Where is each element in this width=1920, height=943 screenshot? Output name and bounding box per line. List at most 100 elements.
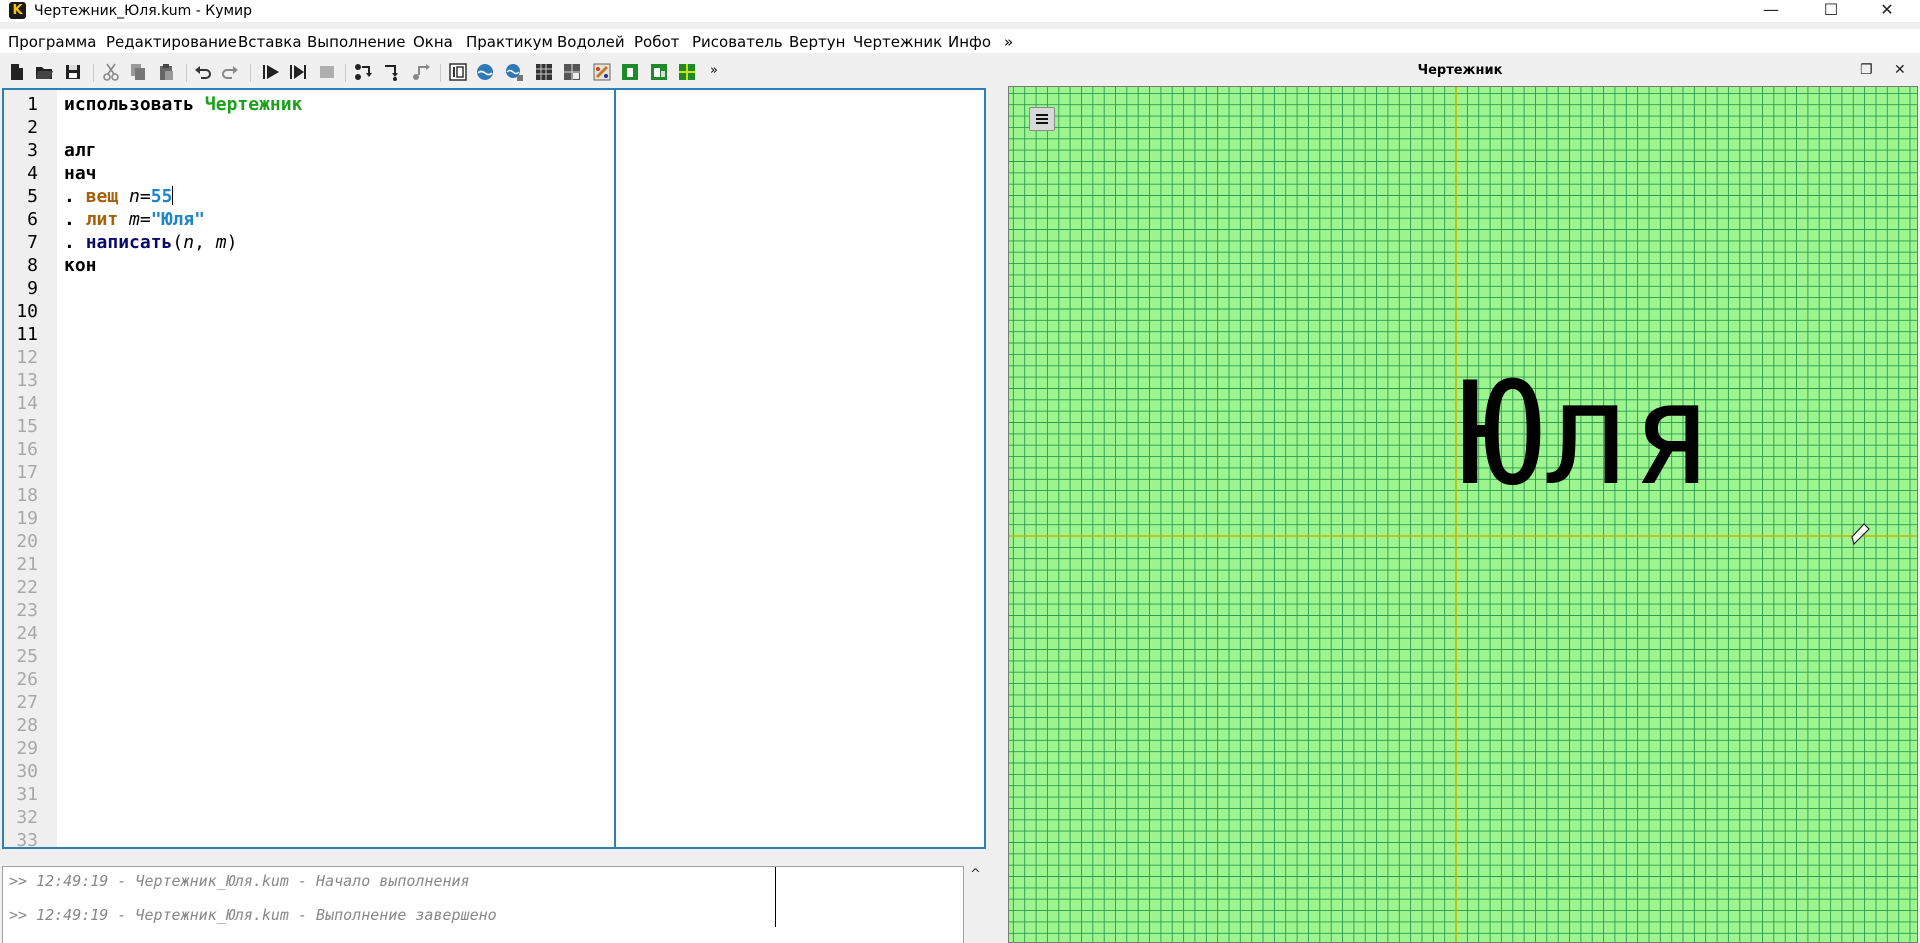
console-divider — [775, 867, 776, 927]
output-console[interactable]: >> 12:49:19 - Чертежник_Юля.kum - Начало… — [2, 866, 964, 943]
drawn-text: Юля — [1459, 352, 1715, 517]
var-m: m — [129, 209, 140, 230]
equals-sign: = — [139, 209, 151, 230]
line-number: 20 — [16, 531, 38, 552]
code-line-5[interactable]: . вещ n=55 — [64, 186, 174, 207]
type-string: лит — [85, 209, 119, 230]
menu-program[interactable]: Программа — [8, 33, 96, 51]
kumir-app-icon: K — [9, 2, 26, 19]
line-number: 15 — [16, 416, 38, 437]
arg-n: n — [183, 232, 195, 253]
line-number: 9 — [27, 278, 38, 299]
line-number: 23 — [16, 600, 38, 621]
grid-icon[interactable] — [534, 62, 554, 82]
redo-icon[interactable] — [220, 62, 240, 82]
save-icon[interactable] — [63, 62, 83, 82]
menu-chertezhnik[interactable]: Чертежник — [853, 33, 942, 51]
draw1-icon[interactable] — [620, 62, 640, 82]
console-line: >> 12:49:19 - Чертежник_Юля.kum - Начало… — [9, 872, 470, 890]
line-number: 19 — [16, 508, 38, 529]
line-number: 31 — [16, 784, 38, 805]
keyword-end: кон — [64, 255, 97, 276]
line-number: 6 — [27, 209, 38, 230]
menu-overflow[interactable]: » — [1004, 33, 1013, 51]
editor-margin-divider[interactable] — [614, 90, 616, 847]
line-number: 29 — [16, 738, 38, 759]
stop-icon[interactable] — [317, 62, 337, 82]
code-editor[interactable]: 1 2 3 4 5 6 7 8 9 10 11 12 13 14 15 16 17 18 19 20 21 22 23 24 2… — [2, 88, 986, 851]
run-icon[interactable] — [261, 62, 281, 82]
keyword-alg: алг — [64, 140, 97, 161]
code-line-7[interactable]: . написать(n, m) — [64, 232, 237, 253]
run-step-icon[interactable] — [288, 62, 308, 82]
menu-info[interactable]: Инфо — [948, 33, 991, 51]
toolbar-overflow[interactable]: » — [710, 63, 718, 78]
drawing-canvas[interactable]: Юля — [1008, 86, 1918, 943]
menu-practicum[interactable]: Практикум — [466, 33, 553, 51]
close-button[interactable]: ✕ — [1864, 0, 1910, 22]
float-panel-icon[interactable]: ❐ — [1860, 62, 1873, 78]
maximize-button[interactable]: ☐ — [1808, 0, 1854, 22]
open-folder-icon[interactable] — [34, 62, 54, 82]
hamburger-icon — [1036, 114, 1048, 124]
code-line-3[interactable]: алг — [64, 140, 97, 161]
scroll-up-arrow[interactable]: ^ — [970, 867, 981, 882]
line-number: 17 — [16, 462, 38, 483]
minimize-button[interactable]: — — [1748, 0, 1794, 22]
comma: , — [194, 232, 216, 253]
line-number: 7 — [27, 232, 38, 253]
step-out-icon[interactable] — [410, 62, 430, 82]
cut-icon[interactable] — [101, 62, 121, 82]
code-line-4[interactable]: нач — [64, 163, 97, 184]
menu-risovatel[interactable]: Рисователь — [692, 33, 783, 51]
menu-edit[interactable]: Редактирование — [106, 33, 237, 51]
new-file-icon[interactable] — [7, 62, 27, 82]
water-icon[interactable] — [475, 62, 495, 82]
menu-insert[interactable]: Вставка — [238, 33, 302, 51]
toolbar-separator — [93, 64, 94, 82]
robot-icon[interactable] — [562, 62, 582, 82]
undo-icon[interactable] — [193, 62, 213, 82]
line-number: 33 — [16, 830, 38, 851]
draw3-icon[interactable] — [677, 62, 697, 82]
window-title: Чертежник_Юля.kum - Кумир — [34, 3, 253, 19]
equals-sign: = — [139, 186, 151, 207]
grid-canvas[interactable]: Юля — [1009, 87, 1917, 942]
line-number: 28 — [16, 715, 38, 736]
io-icon[interactable] — [448, 62, 468, 82]
menu-windows[interactable]: Окна — [413, 33, 453, 51]
line-number: 24 — [16, 623, 38, 644]
water2-icon[interactable] — [504, 62, 524, 82]
paste-icon[interactable] — [156, 62, 176, 82]
indent-dot: . — [64, 186, 75, 207]
line-number: 27 — [16, 692, 38, 713]
code-line-6[interactable]: . лит m="Юля" — [64, 209, 205, 230]
indent-dot: . — [64, 232, 75, 253]
number-literal: 55 — [150, 186, 173, 207]
panel-title: Чертежник — [1417, 63, 1503, 78]
line-number: 18 — [16, 485, 38, 506]
code-line-1[interactable]: использовать Чертежник — [64, 94, 302, 115]
line-number-gutter: 1 2 3 4 5 6 7 8 9 10 11 12 13 14 15 16 17 18 19 20 21 22 23 24 2… — [4, 90, 57, 851]
menu-run[interactable]: Выполнение — [307, 33, 406, 51]
line-number: 11 — [16, 324, 38, 345]
menu-vodoley[interactable]: Водолей — [557, 33, 625, 51]
console-scrollbar[interactable]: ^ — [966, 866, 986, 943]
module-name: Чертежник — [204, 94, 303, 115]
painter-icon[interactable] — [592, 62, 612, 82]
toolbar-separator — [345, 64, 346, 82]
line-number: 12 — [16, 347, 38, 368]
line-number: 5 — [27, 186, 38, 207]
step-into-icon[interactable] — [353, 62, 373, 82]
copy-icon[interactable] — [128, 62, 148, 82]
arg-m: m — [215, 232, 227, 253]
close-panel-icon[interactable]: ✕ — [1894, 62, 1906, 78]
step-over-icon[interactable] — [382, 62, 402, 82]
draw2-icon[interactable] — [649, 62, 669, 82]
code-line-8[interactable]: кон — [64, 255, 97, 276]
menu-vertun[interactable]: Вертун — [789, 33, 845, 51]
canvas-menu-button[interactable] — [1029, 107, 1055, 131]
line-number: 32 — [16, 807, 38, 828]
menu-robot[interactable]: Робот — [634, 33, 679, 51]
line-number: 26 — [16, 669, 38, 690]
